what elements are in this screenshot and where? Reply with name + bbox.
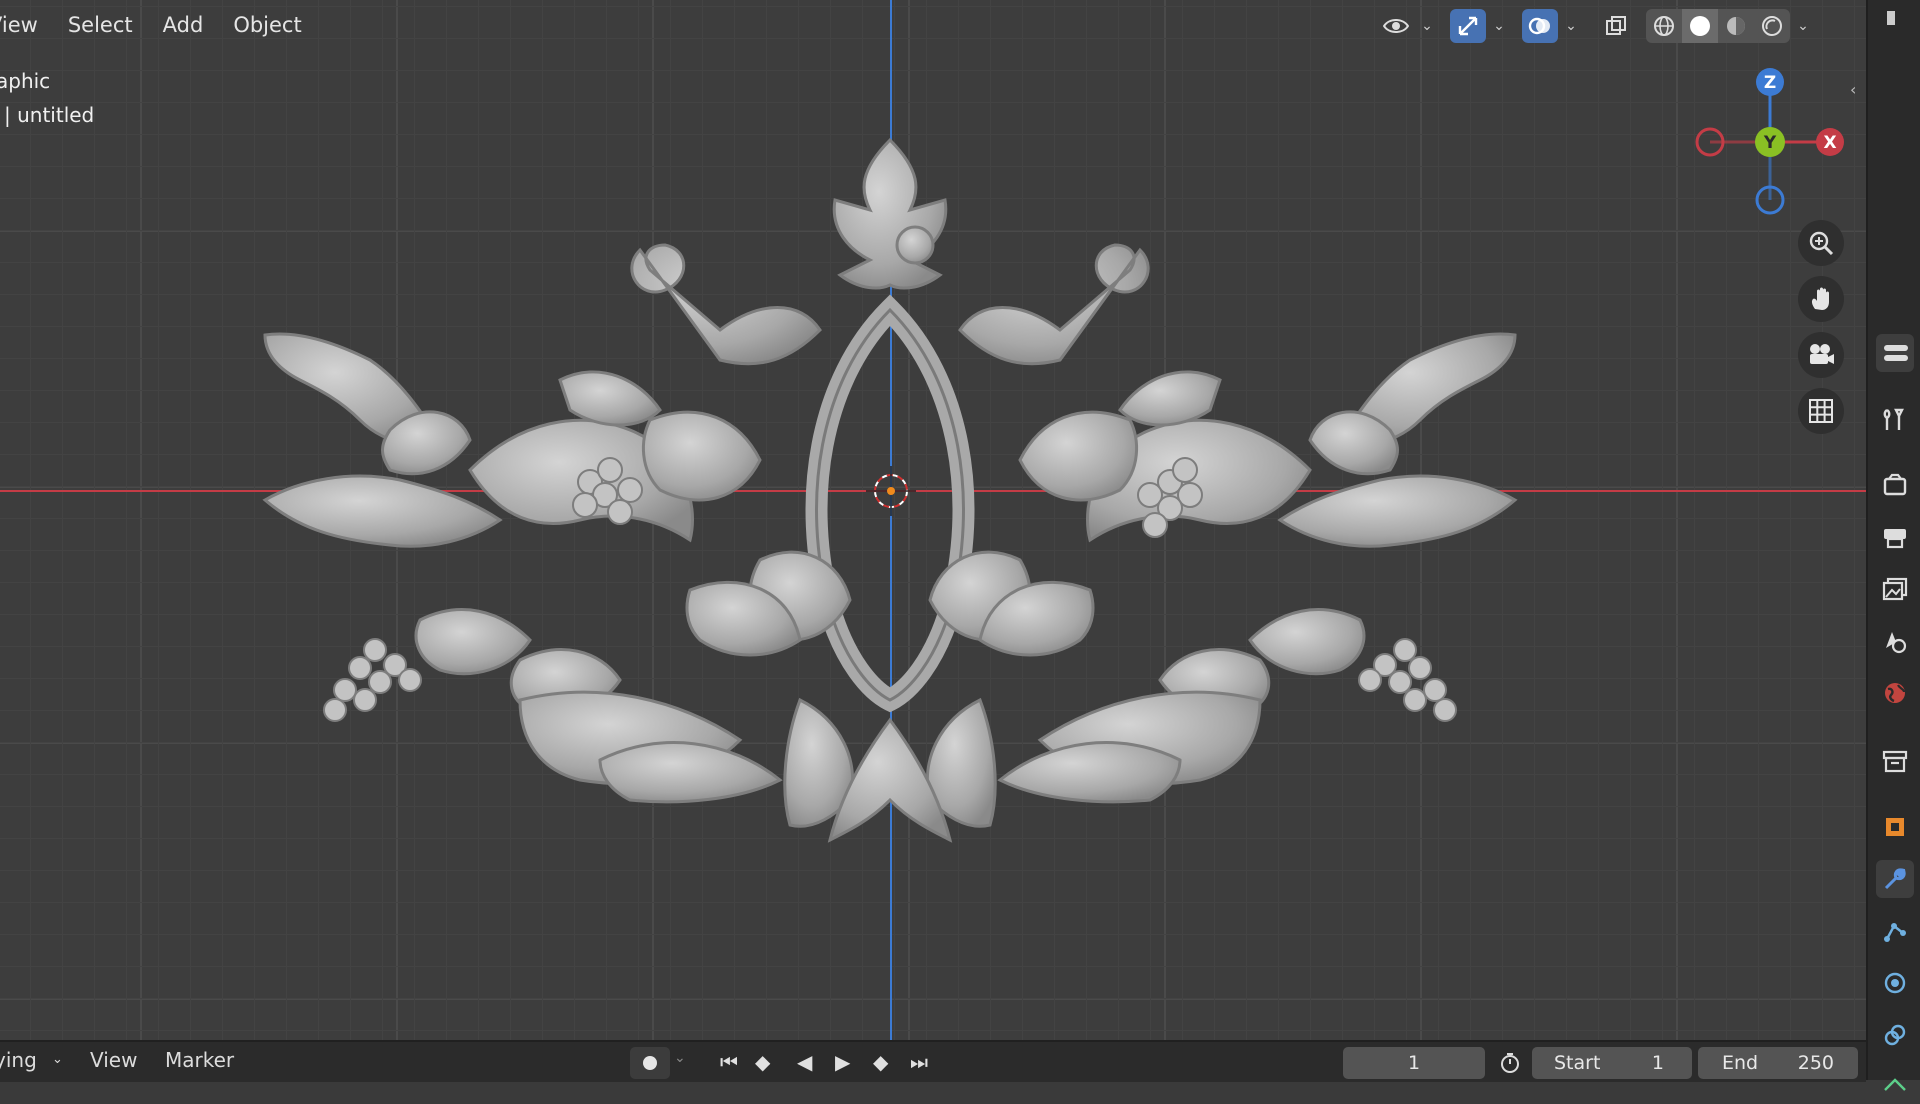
timeline-view-menu[interactable]: View	[90, 1048, 137, 1072]
end-label: End	[1722, 1052, 1759, 1074]
navigation-gizmo[interactable]: Z X Y	[1694, 66, 1854, 226]
physics-properties-icon[interactable]	[1876, 964, 1914, 1002]
data-properties-icon[interactable]	[1876, 1066, 1914, 1104]
constraints-properties-icon[interactable]	[1876, 1016, 1914, 1054]
chevron-down-icon[interactable]: ⌄	[1418, 9, 1436, 43]
viewport-info: aphic | untitled	[0, 64, 94, 132]
start-label: Start	[1554, 1052, 1601, 1074]
filter-icon[interactable]	[1876, 334, 1914, 372]
camera-view-icon[interactable]	[1798, 332, 1844, 378]
transform-gizmo-icon[interactable]	[1450, 9, 1486, 43]
end-value: 250	[1797, 1052, 1834, 1074]
particles-properties-icon[interactable]	[1876, 912, 1914, 950]
3d-viewport[interactable]: View Select Add Object aphic | untitled …	[0, 0, 1866, 1040]
shading-mode-group	[1646, 9, 1790, 43]
menu-object[interactable]: Object	[221, 7, 313, 43]
next-keyframe-icon[interactable]: ◆	[873, 1050, 888, 1074]
perspective-grid-icon[interactable]	[1798, 388, 1844, 434]
tool-icon[interactable]	[1876, 400, 1914, 438]
wireframe-shading-icon[interactable]	[1646, 9, 1682, 43]
menu-view[interactable]: View	[0, 7, 50, 43]
zoom-icon[interactable]	[1798, 220, 1844, 266]
menu-select[interactable]: Select	[56, 7, 145, 43]
gizmo-y-label: Y	[1763, 133, 1777, 153]
editor-type-icon[interactable]	[1876, 0, 1914, 38]
playback-mode-menu[interactable]: ying	[0, 1048, 37, 1072]
current-frame-field[interactable]: 1	[1343, 1047, 1485, 1079]
modifier-properties-icon[interactable]	[1876, 860, 1914, 898]
output-properties-icon[interactable]	[1876, 518, 1914, 556]
start-frame-field[interactable]: Start 1	[1532, 1047, 1692, 1079]
chevron-down-icon[interactable]: ⌄	[674, 1050, 686, 1066]
eye-icon[interactable]	[1378, 9, 1414, 43]
start-value: 1	[1651, 1052, 1664, 1074]
stopwatch-icon[interactable]	[1495, 1047, 1525, 1079]
play-icon[interactable]: ▶	[835, 1050, 850, 1074]
timeline-header: ying ⌄ View Marker ⌄ ⏮ ◆ ◀ ▶ ◆ ⏭ 1 Start…	[0, 1040, 1866, 1082]
timeline-marker-menu[interactable]: Marker	[165, 1048, 234, 1072]
collection-text: | untitled	[4, 103, 95, 127]
object-properties-icon[interactable]	[1876, 808, 1914, 846]
viewport-header-toolbar: ⌄ ⌄ ⌄ ⌄	[1378, 8, 1812, 44]
view-mode-text: aphic	[0, 69, 51, 93]
3d-cursor	[866, 466, 916, 516]
header-menu: View Select Add Object	[0, 0, 314, 50]
solid-shading-icon[interactable]	[1682, 9, 1718, 43]
properties-tab-bar	[1866, 0, 1920, 1091]
jump-end-icon[interactable]: ⏭	[910, 1050, 928, 1074]
gizmo-z-label: Z	[1764, 73, 1776, 93]
prev-keyframe-icon[interactable]: ◆	[755, 1050, 770, 1074]
scene-properties-icon[interactable]	[1876, 622, 1914, 660]
auto-keying-button[interactable]	[630, 1047, 670, 1079]
world-properties-icon[interactable]	[1876, 674, 1914, 712]
chevron-down-icon[interactable]: ⌄	[1562, 9, 1580, 43]
chevron-down-icon[interactable]: ⌄	[1794, 9, 1812, 43]
overlay-icon[interactable]	[1522, 9, 1558, 43]
material-preview-icon[interactable]	[1718, 9, 1754, 43]
ornament-model[interactable]	[0, 0, 1866, 1040]
render-properties-icon[interactable]	[1876, 466, 1914, 504]
rendered-shading-icon[interactable]	[1754, 9, 1790, 43]
chevron-down-icon[interactable]: ⌄	[52, 1052, 63, 1067]
chevron-down-icon[interactable]: ⌄	[1490, 9, 1508, 43]
jump-start-icon[interactable]: ⏮	[720, 1050, 738, 1074]
pan-hand-icon[interactable]	[1798, 276, 1844, 322]
play-reverse-icon[interactable]: ◀	[797, 1050, 812, 1074]
menu-add[interactable]: Add	[151, 7, 216, 43]
collection-properties-icon[interactable]	[1876, 742, 1914, 780]
gizmo-x-label: X	[1823, 133, 1836, 153]
view-layer-icon[interactable]	[1876, 570, 1914, 608]
end-frame-field[interactable]: End 250	[1698, 1047, 1858, 1079]
xray-icon[interactable]	[1598, 9, 1634, 43]
